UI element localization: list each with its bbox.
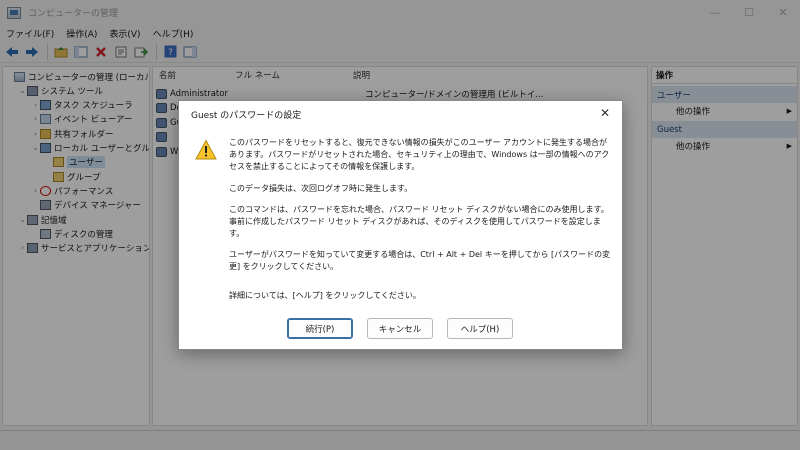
help-button[interactable]: ヘルプ(H) <box>447 318 513 339</box>
continue-button[interactable]: 続行(P) <box>287 318 353 339</box>
cancel-button[interactable]: キャンセル <box>367 318 433 339</box>
dialog-warning-text: このパスワードをリセットすると、復元できない情報の損失がこのユーザー アカウント… <box>229 138 610 171</box>
dialog-change-text: ユーザーがパスワードを知っていて変更する場合は、Ctrl + Alt + Del… <box>229 250 611 271</box>
dialog-title: Guest のパスワードの設定 <box>191 111 302 121</box>
dialog-usage-text: このコマンドは、パスワードを忘れた場合、パスワード リセット ディスクがない場合… <box>229 205 609 238</box>
dialog-data-loss-text: このデータ損失は、次回ログオフ時に発生します。 <box>229 184 413 193</box>
close-icon[interactable]: ✕ <box>594 104 616 122</box>
set-password-dialog: Guest のパスワードの設定 ✕ このパスワードをリセットすると、復元できない… <box>178 100 623 350</box>
dialog-help-text: 詳細については、[ヘルプ] をクリックしてください。 <box>229 291 421 300</box>
warning-icon <box>195 139 217 160</box>
